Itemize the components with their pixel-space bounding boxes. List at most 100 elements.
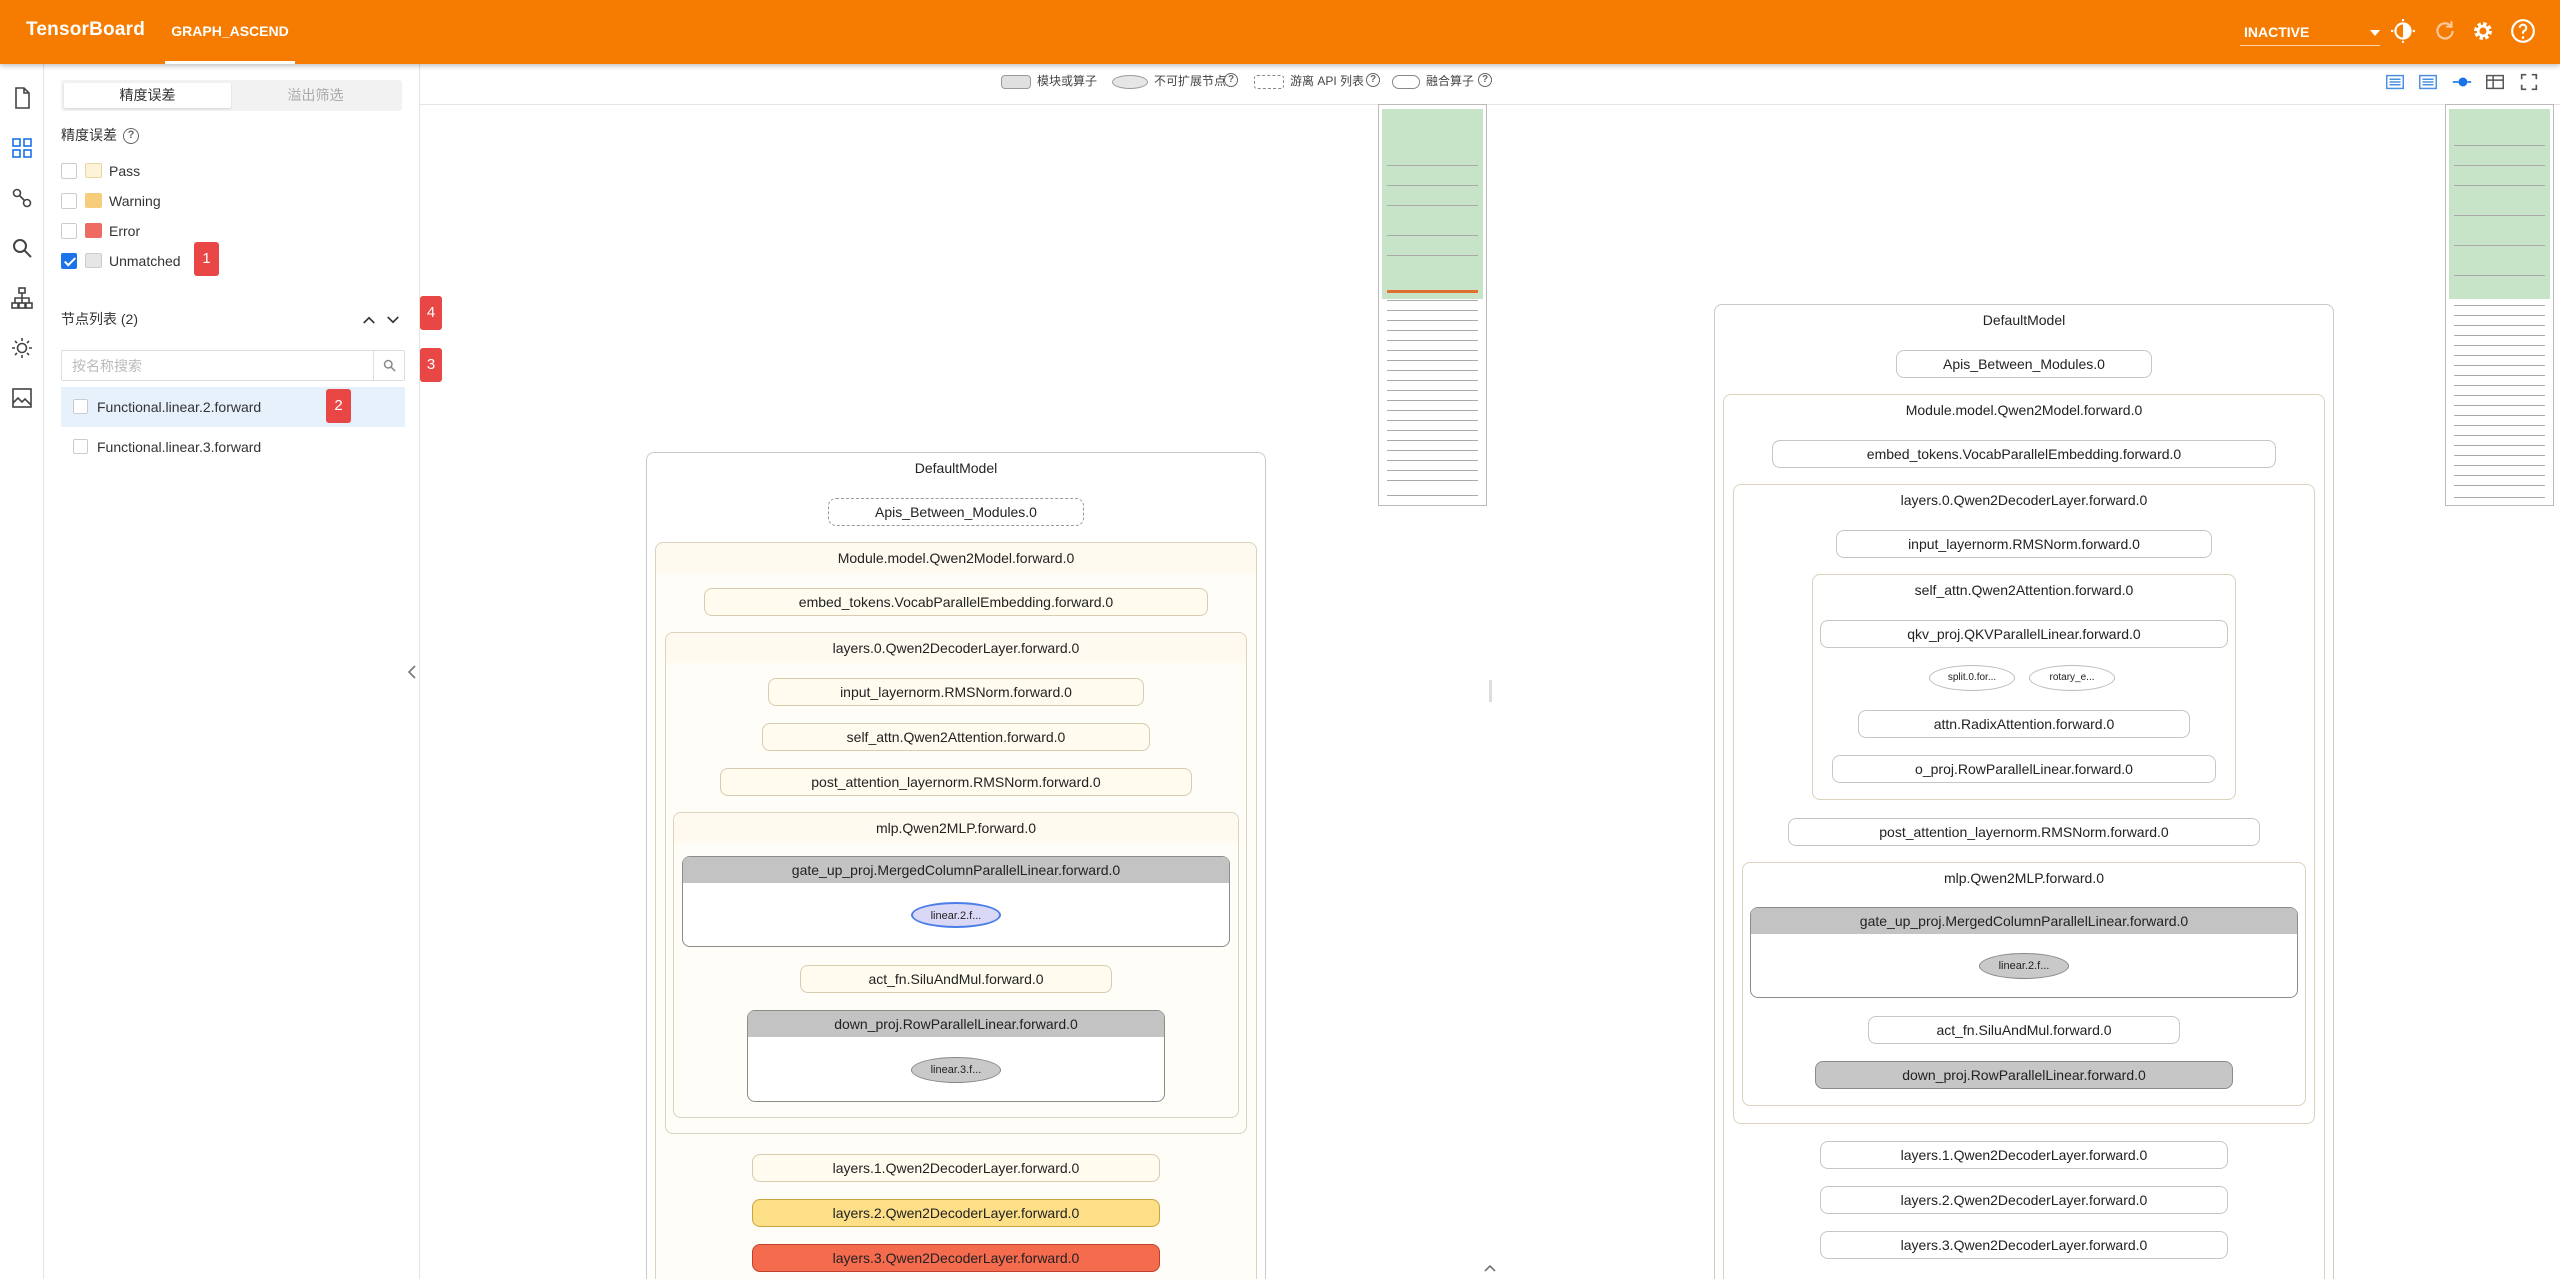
precision-title-text: 精度误差 [61, 127, 117, 143]
tab-graph-ascend[interactable]: GRAPH_ASCEND [165, 0, 295, 64]
filter-pass-checkbox[interactable] [61, 163, 77, 179]
module-header: self_attn.Qwen2Attention.forward.0 [1914, 582, 2134, 598]
search-icon [383, 359, 396, 372]
link-icon[interactable] [10, 186, 34, 210]
chevron-down-icon[interactable] [384, 311, 402, 329]
tab-overflow-filter[interactable]: 溢出筛选 [232, 83, 399, 108]
tab-precision-error[interactable]: 精度误差 [64, 83, 231, 108]
fullscreen-icon[interactable] [2518, 71, 2540, 93]
act-fn-node[interactable]: act_fn.SiluAndMul.forward.0 [800, 965, 1112, 993]
rotary-emb-node[interactable]: rotary_e... [2029, 665, 2115, 691]
node-search-input[interactable] [62, 351, 372, 380]
linear-2-node[interactable]: linear.2.f... [911, 902, 1001, 928]
filter-error-checkbox[interactable] [61, 223, 77, 239]
down-proj-module[interactable]: down_proj.RowParallelLinear.forward.0 [747, 1010, 1165, 1102]
image-compare-icon[interactable] [10, 386, 34, 410]
layer3-node[interactable]: layers.3.Qwen2DecoderLayer.forward.0 [1820, 1231, 2228, 1259]
apis-between-modules-node[interactable]: Apis_Between_Modules.0 [828, 498, 1084, 526]
split-handle[interactable] [1489, 680, 1492, 702]
header-divider [420, 104, 2560, 105]
layer3-node[interactable]: layers.3.Qwen2DecoderLayer.forward.0 [752, 1244, 1160, 1272]
sync-icon[interactable] [2451, 71, 2473, 93]
node-checkbox[interactable] [73, 439, 88, 454]
down-proj-node[interactable]: down_proj.RowParallelLinear.forward.0 [1815, 1061, 2233, 1089]
module-legend-shape [1001, 75, 1031, 89]
grid-icon[interactable] [10, 136, 34, 160]
split-node[interactable]: split.0.for... [1929, 665, 2015, 691]
module-header: layers.0.Qwen2DecoderLayer.forward.0 [666, 633, 1246, 663]
unexpandable-legend-shape [1112, 75, 1148, 89]
right-minimap[interactable] [2445, 104, 2554, 506]
attn-node[interactable]: attn.RadixAttention.forward.0 [1858, 710, 2190, 738]
module-header: Module.model.Qwen2Model.forward.0 [1905, 402, 2143, 418]
layer1-node[interactable]: layers.1.Qwen2DecoderLayer.forward.0 [1820, 1141, 2228, 1169]
app-title: TensorBoard [26, 19, 146, 40]
sidebar-tabs: 精度误差 溢出筛选 [61, 80, 402, 111]
chevron-down-icon [2370, 30, 2380, 36]
theme-toggle-icon[interactable] [2390, 18, 2416, 44]
help-icon[interactable]: ? [1224, 73, 1238, 87]
fused-legend-shape [1392, 75, 1420, 89]
filter-warning-label: Warning [109, 193, 161, 209]
file-icon[interactable] [10, 86, 34, 110]
search-button[interactable] [373, 351, 404, 380]
post-attention-layernorm-node[interactable]: post_attention_layernorm.RMSNorm.forward… [720, 768, 1192, 796]
pass-swatch [85, 163, 102, 178]
graph-root-title: DefaultModel [914, 460, 998, 476]
node-name: Functional.linear.2.forward [97, 399, 262, 415]
linear-2-node[interactable]: linear.2.f... [1979, 953, 2069, 979]
annotation-badge: 4 [420, 296, 442, 330]
legend-free-api-label: 游离 API 列表 [1290, 74, 1365, 88]
annotation-badge: 2 [326, 389, 351, 423]
run-select-value: INACTIVE [2244, 24, 2310, 40]
layer2-node[interactable]: layers.2.Qwen2DecoderLayer.forward.0 [1820, 1186, 2228, 1214]
apis-between-modules-node[interactable]: Apis_Between_Modules.0 [1896, 350, 2152, 378]
post-attention-layernorm-node[interactable]: post_attention_layernorm.RMSNorm.forward… [1788, 818, 2260, 846]
left-minimap[interactable] [1378, 104, 1487, 506]
run-select[interactable]: INACTIVE [2240, 18, 2380, 46]
list-view-icon[interactable] [2384, 71, 2406, 93]
hierarchy-icon[interactable] [10, 286, 34, 310]
layer2-node[interactable]: layers.2.Qwen2DecoderLayer.forward.0 [752, 1199, 1160, 1227]
filter-unmatched-checkbox[interactable] [61, 253, 77, 269]
embed-tokens-node[interactable]: embed_tokens.VocabParallelEmbedding.forw… [704, 588, 1208, 616]
node-checkbox[interactable] [73, 399, 88, 414]
input-layernorm-node[interactable]: input_layernorm.RMSNorm.forward.0 [1836, 530, 2212, 558]
layer1-node[interactable]: layers.1.Qwen2DecoderLayer.forward.0 [752, 1154, 1160, 1182]
legend-module-label: 模块或算子 [1037, 74, 1098, 88]
help-icon[interactable] [2510, 18, 2536, 44]
help-icon[interactable]: ? [1478, 73, 1492, 87]
help-icon[interactable]: ? [1366, 73, 1380, 87]
embed-tokens-node[interactable]: embed_tokens.VocabParallelEmbedding.forw… [1772, 440, 2276, 468]
linear-3-node[interactable]: linear.3.f... [911, 1057, 1001, 1083]
help-icon[interactable]: ? [123, 128, 139, 145]
chevron-up-icon[interactable] [360, 311, 378, 329]
input-layernorm-node[interactable]: input_layernorm.RMSNorm.forward.0 [768, 678, 1144, 706]
search-icon[interactable] [10, 236, 34, 260]
module-header: down_proj.RowParallelLinear.forward.0 [748, 1011, 1164, 1037]
act-fn-node[interactable]: act_fn.SiluAndMul.forward.0 [1868, 1016, 2180, 1044]
sun-icon[interactable] [10, 336, 34, 360]
chevron-up-icon[interactable] [1483, 1262, 1497, 1274]
o-proj-node[interactable]: o_proj.RowParallelLinear.forward.0 [1832, 755, 2216, 783]
sidebar-panel: 精度误差 溢出筛选 精度误差? Pass Warning Error Unmat… [44, 64, 442, 1279]
split-view-icon[interactable] [2417, 71, 2439, 93]
qkv-proj-node[interactable]: qkv_proj.QKVParallelLinear.forward.0 [1820, 620, 2228, 648]
node-search [61, 350, 405, 381]
annotation-badge: 3 [420, 348, 442, 382]
left-icon-rail [0, 64, 44, 1279]
list-item[interactable]: Functional.linear.3.forward [61, 427, 405, 467]
filter-warning-checkbox[interactable] [61, 193, 77, 209]
precision-section-title: 精度误差? [61, 125, 139, 145]
table-icon[interactable] [2484, 71, 2506, 93]
minimap-viewport [1382, 109, 1483, 299]
graph-root-title: DefaultModel [1982, 312, 2066, 328]
refresh-icon[interactable] [2432, 18, 2458, 44]
list-item[interactable]: Functional.linear.2.forward [61, 387, 405, 427]
module-header: mlp.Qwen2MLP.forward.0 [674, 813, 1238, 843]
settings-icon[interactable] [2470, 18, 2496, 44]
self-attn-node[interactable]: self_attn.Qwen2Attention.forward.0 [762, 723, 1150, 751]
legend-unexpandable-label: 不可扩展节点 [1154, 74, 1227, 88]
warning-swatch [85, 193, 102, 208]
collapse-sidebar-icon[interactable] [406, 663, 418, 681]
